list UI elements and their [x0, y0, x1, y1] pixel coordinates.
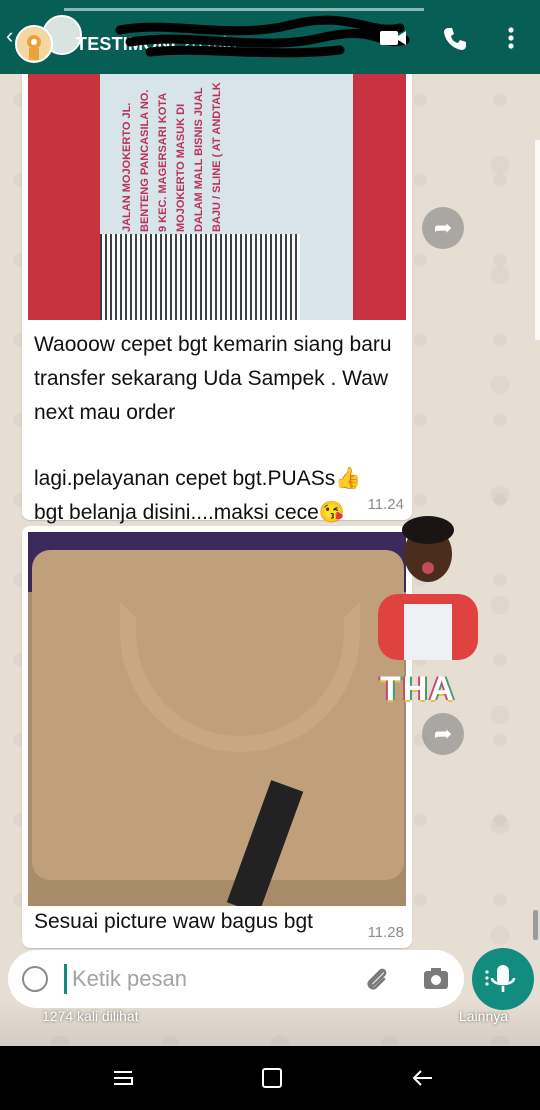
video-call-icon[interactable] — [378, 26, 408, 50]
message-bubble-2[interactable]: Sesuai picture waw bagus bgt 11.28 — [22, 526, 412, 948]
more-options-icon[interactable] — [506, 26, 516, 52]
camera-icon[interactable] — [422, 966, 450, 992]
message-input[interactable]: Ketik pesan — [72, 966, 187, 992]
system-nav-bar — [0, 1046, 540, 1110]
emoji-icon[interactable] — [22, 966, 48, 992]
text-caret — [64, 964, 67, 994]
mic-icon — [485, 965, 516, 992]
message-text-1: Waooow cepet bgt kemarin siang baru tran… — [34, 333, 392, 424]
recent-apps-icon[interactable] — [110, 1066, 136, 1090]
home-icon[interactable] — [260, 1066, 284, 1090]
message-bubble-1[interactable]: JALAN MOJOKERTO JL. BENTENG PANCASILA NO… — [22, 74, 412, 524]
more-link[interactable]: Lainnya — [459, 1008, 508, 1024]
scribble-redaction — [115, 15, 410, 58]
sticker-text: THA — [380, 670, 456, 708]
forward-icon[interactable]: ➦ — [422, 207, 464, 249]
package-barcode — [100, 234, 300, 320]
package-label-text: JALAN MOJOKERTO JL. BENTENG PANCASILA NO… — [121, 82, 223, 232]
avatar-figure-icon — [27, 35, 41, 60]
attachment-icon[interactable] — [362, 964, 392, 994]
scrollbar-thumb[interactable] — [533, 910, 538, 940]
story-header: ‹ TESTIMONI 20 min — [0, 0, 540, 74]
message-photo-package[interactable]: JALAN MOJOKERTO JL. BENTENG PANCASILA NO… — [28, 74, 406, 320]
scroll-edge — [535, 140, 540, 340]
message-text-1b: lagi.pelayanan cepet bgt.PUASs👍 bgt bela… — [34, 467, 362, 524]
view-count[interactable]: 1274 kali dilihat — [42, 1008, 139, 1024]
person-sticker[interactable] — [362, 508, 494, 660]
forward-icon-2[interactable]: ➦ — [422, 713, 464, 755]
voice-note-button[interactable] — [472, 948, 534, 1010]
voice-call-icon[interactable] — [442, 26, 468, 52]
back-nav-icon[interactable] — [410, 1066, 436, 1090]
message-caption-2: Sesuai picture waw bagus bgt — [34, 910, 313, 933]
message-input-bar: Ketik pesan — [8, 950, 464, 1008]
message-time-2: 11.28 — [367, 924, 404, 941]
contact-avatar[interactable] — [15, 25, 53, 63]
message-photo-bag[interactable] — [28, 532, 406, 906]
